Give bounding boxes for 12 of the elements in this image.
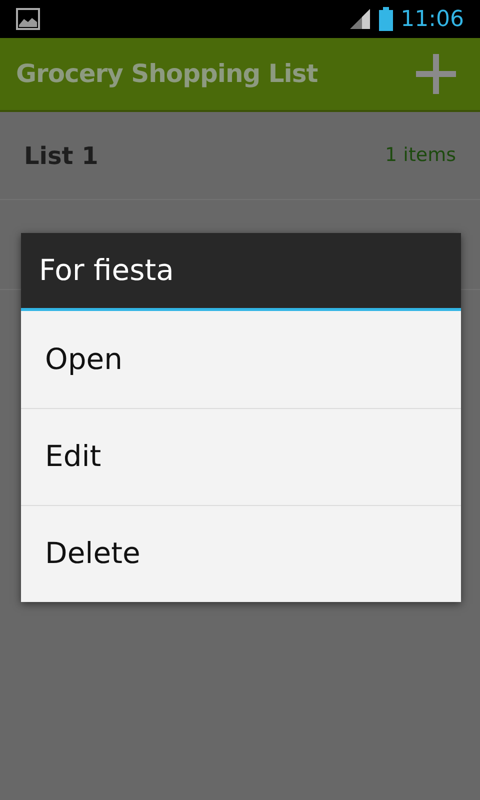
- battery-icon: [378, 7, 393, 31]
- add-icon[interactable]: [416, 54, 456, 94]
- app-title: Grocery Shopping List: [16, 58, 318, 90]
- menu-option[interactable]: Open: [21, 311, 461, 408]
- list-name: List 1: [24, 140, 98, 172]
- item-count: 1 items: [385, 143, 456, 168]
- picture-notification-icon: [16, 8, 40, 30]
- dialog-title: For fiesta: [21, 233, 461, 311]
- menu-option[interactable]: Delete: [21, 505, 461, 602]
- status-time: 11:06: [400, 6, 464, 34]
- menu-option[interactable]: Edit: [21, 408, 461, 505]
- signal-icon: [348, 8, 371, 30]
